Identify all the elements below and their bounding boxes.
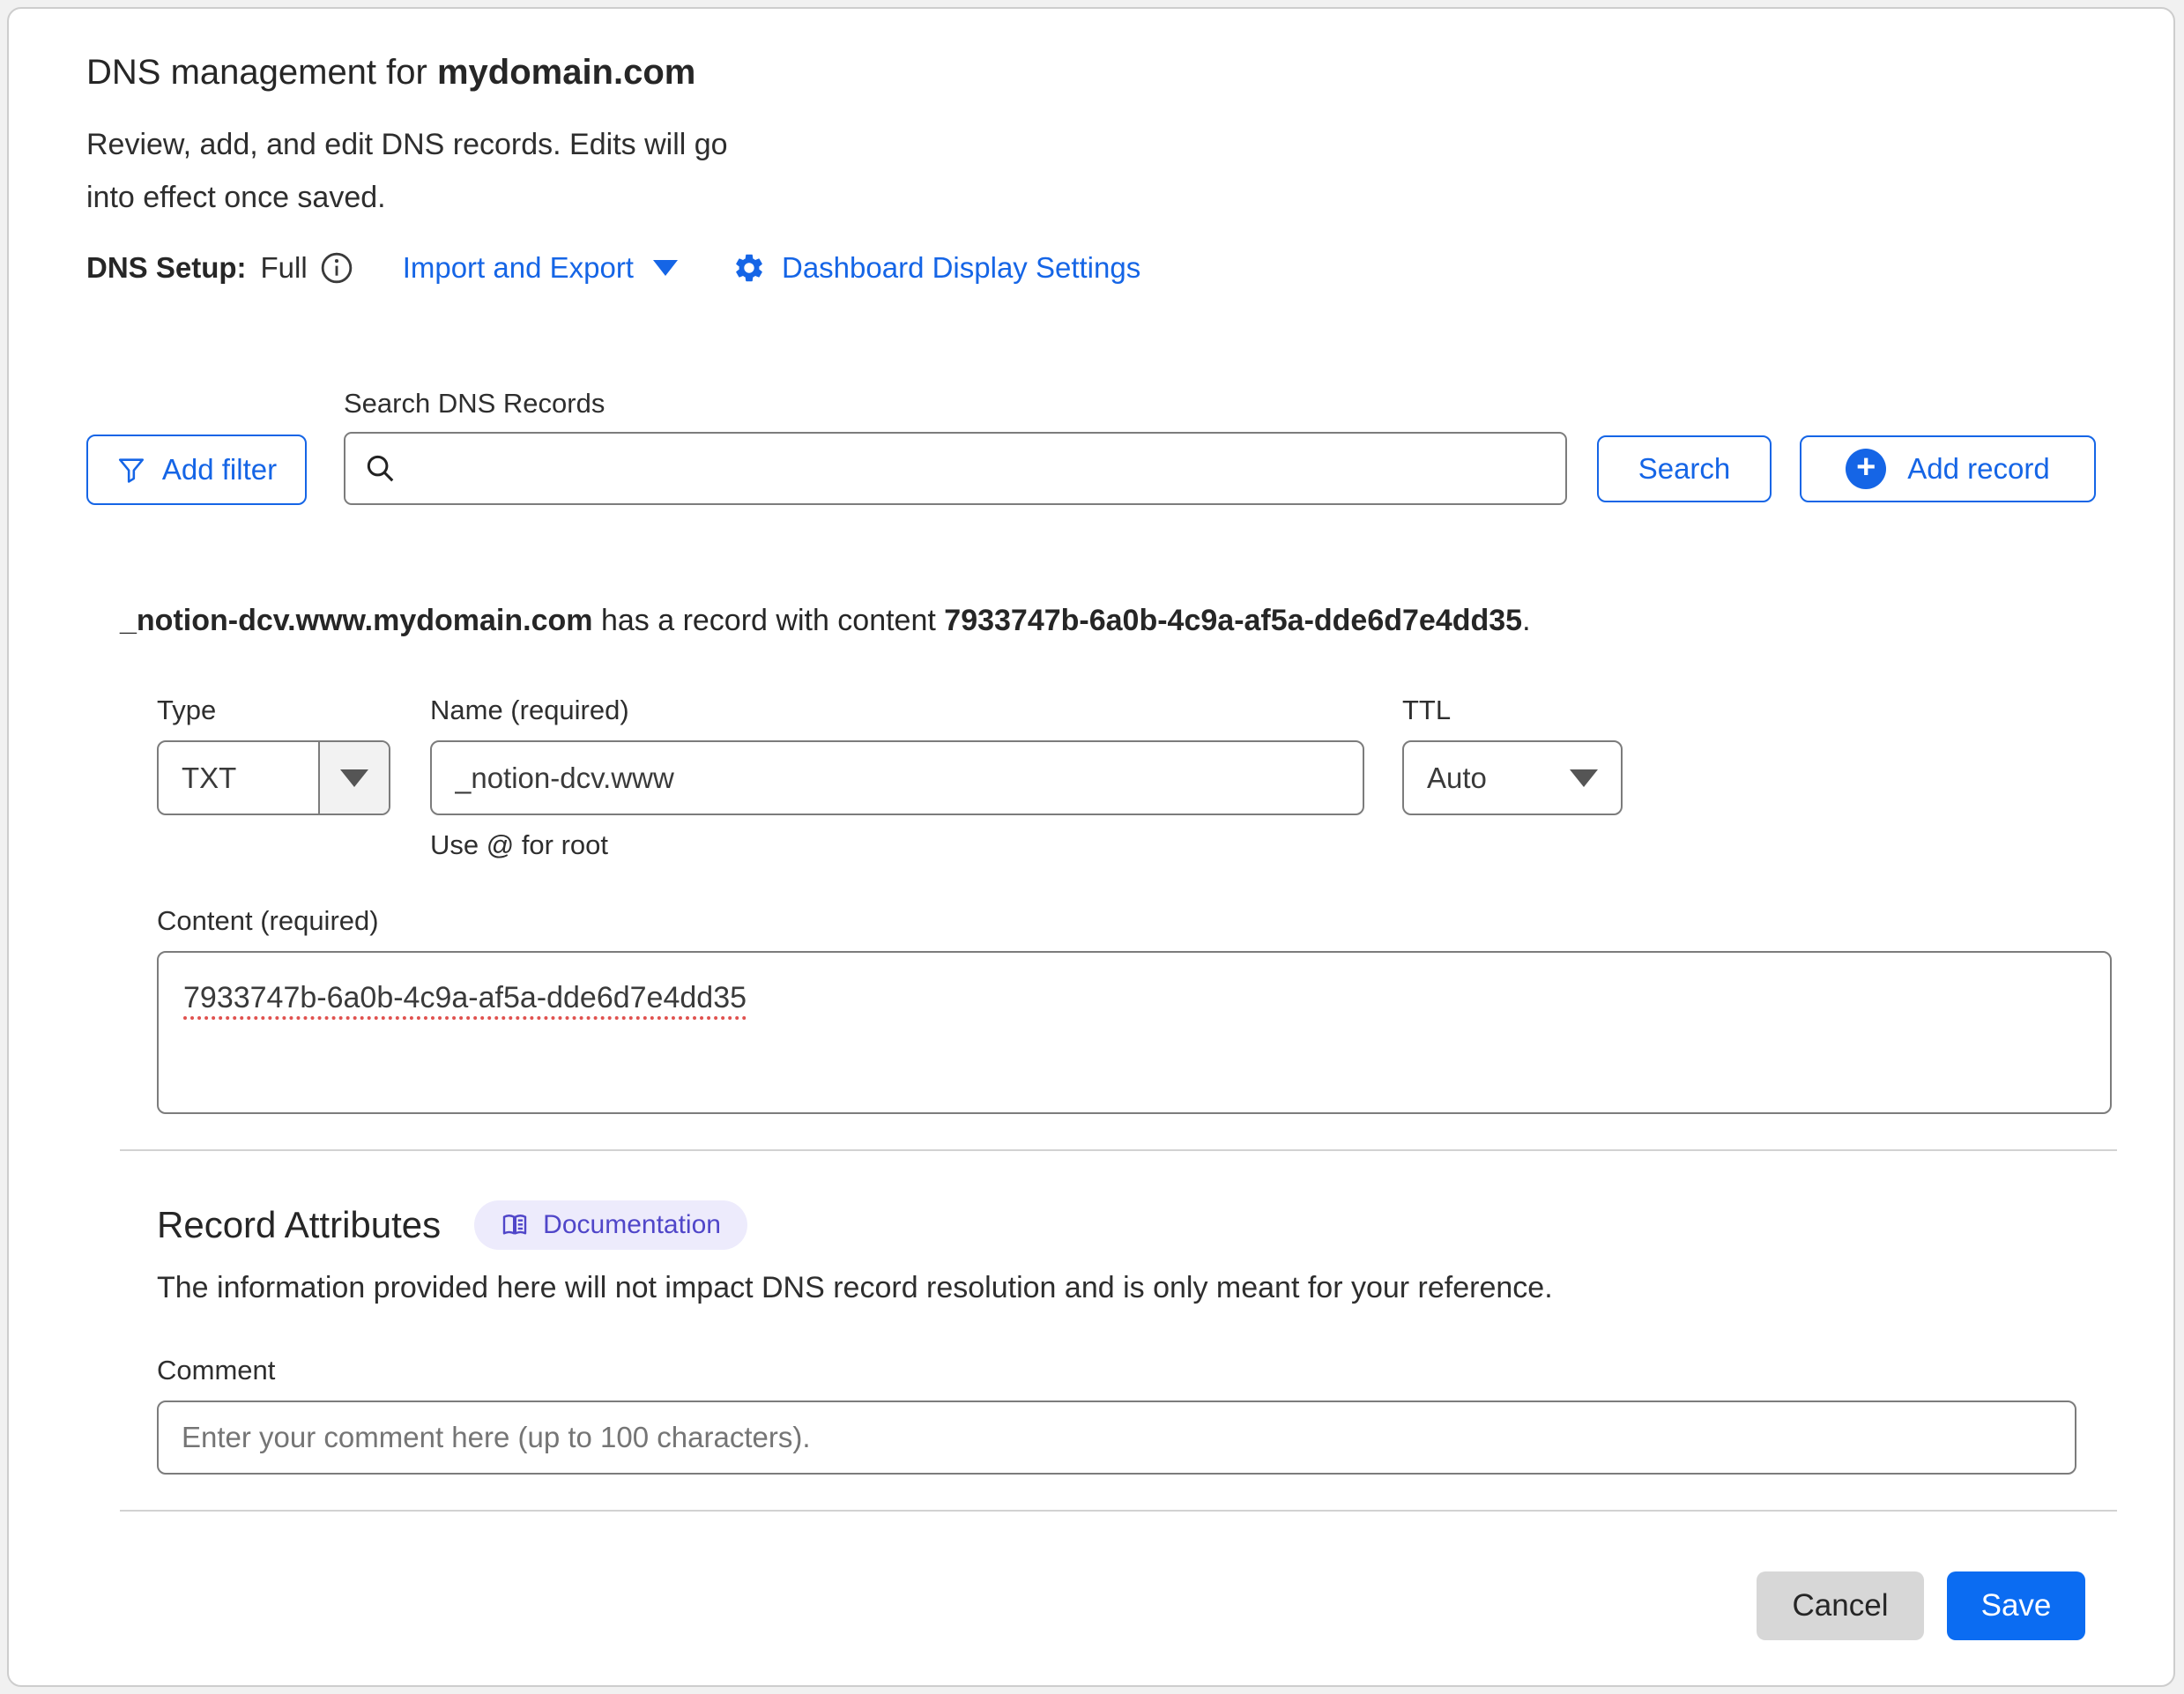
dns-setup-value: Full	[261, 251, 308, 285]
documentation-link[interactable]: Documentation	[474, 1200, 747, 1250]
content-value: 7933747b-6a0b-4c9a-af5a-dde6d7e4dd35	[183, 981, 747, 1014]
ttl-label: TTL	[1402, 695, 1623, 726]
save-button[interactable]: Save	[1947, 1571, 2085, 1640]
notice-period: .	[1522, 604, 1530, 637]
comment-input[interactable]	[157, 1401, 2076, 1475]
dashboard-display-settings-link[interactable]: Dashboard Display Settings	[732, 251, 1140, 285]
add-record-label: Add record	[1907, 452, 2049, 486]
search-button[interactable]: Search	[1597, 435, 1772, 502]
page-title-domain: mydomain.com	[437, 53, 695, 92]
search-field-group: Search DNS Records	[344, 388, 1567, 505]
record-attributes-section: Record Attributes Documentation The info…	[157, 1200, 2096, 1475]
search-input[interactable]	[344, 432, 1567, 505]
type-select-arrow-zone	[318, 742, 389, 814]
subtitle-line-1: Review, add, and edit DNS records. Edits…	[86, 118, 2096, 171]
record-attributes-heading: Record Attributes	[157, 1204, 441, 1246]
content-field-group: Content (required) 7933747b-6a0b-4c9a-af…	[157, 905, 2096, 1114]
notice-record-content: 7933747b-6a0b-4c9a-af5a-dde6d7e4dd35	[944, 604, 1522, 637]
cancel-button[interactable]: Cancel	[1757, 1571, 1924, 1640]
section-divider	[120, 1149, 2117, 1151]
import-export-link[interactable]: Import and Export	[403, 251, 678, 285]
filter-icon	[116, 455, 146, 485]
page-subtitle: Review, add, and edit DNS records. Edits…	[86, 118, 2096, 224]
record-attributes-description: The information provided here will not i…	[157, 1271, 2096, 1305]
info-icon[interactable]	[320, 251, 353, 285]
comment-label: Comment	[157, 1355, 2096, 1386]
search-button-label: Search	[1638, 452, 1731, 486]
content-label: Content (required)	[157, 905, 2096, 937]
name-input[interactable]	[430, 740, 1364, 815]
name-help-text: Use @ for root	[430, 829, 1364, 861]
type-select-value: TXT	[159, 762, 318, 795]
add-filter-label: Add filter	[162, 453, 277, 487]
comment-field-group: Comment	[157, 1355, 2096, 1475]
page-title: DNS management for mydomain.com	[86, 51, 2096, 93]
ttl-select[interactable]: Auto	[1402, 740, 1623, 815]
notice-record-name: _notion-dcv.www.mydomain.com	[120, 604, 593, 637]
page-title-prefix: DNS management for	[86, 53, 437, 92]
dns-setup-row: DNS Setup: Full Import and Export Dashbo…	[86, 247, 2096, 289]
import-export-label: Import and Export	[403, 251, 634, 285]
search-icon	[363, 451, 397, 485]
gear-icon	[732, 251, 766, 285]
add-record-button[interactable]: + Add record	[1800, 435, 2096, 502]
content-textarea[interactable]: 7933747b-6a0b-4c9a-af5a-dde6d7e4dd35	[157, 951, 2112, 1114]
footer-divider	[120, 1510, 2117, 1512]
search-box	[344, 432, 1567, 505]
type-select[interactable]: TXT	[157, 740, 390, 815]
subtitle-line-2: into effect once saved.	[86, 171, 2096, 224]
name-field-group: Name (required) Use @ for root	[430, 695, 1364, 861]
documentation-label: Documentation	[543, 1210, 721, 1240]
record-edit-form: Type TXT Name (required) Use @ for root …	[157, 695, 2096, 1114]
book-icon	[501, 1211, 529, 1239]
record-notice: _notion-dcv.www.mydomain.com has a recor…	[120, 604, 2096, 638]
ttl-field-group: TTL Auto	[1402, 695, 1623, 861]
name-label: Name (required)	[430, 695, 1364, 726]
add-filter-button[interactable]: Add filter	[86, 435, 307, 505]
plus-circle-icon: +	[1846, 449, 1886, 489]
triangle-down-icon	[1570, 769, 1598, 787]
type-field-group: Type TXT	[157, 695, 390, 861]
notice-middle-text: has a record with content	[593, 604, 945, 637]
dns-setup-label: DNS Setup:	[86, 251, 247, 285]
type-label: Type	[157, 695, 390, 726]
search-label: Search DNS Records	[344, 388, 1567, 420]
record-attributes-heading-row: Record Attributes Documentation	[157, 1200, 2096, 1250]
footer-actions: Cancel Save	[86, 1571, 2096, 1640]
dns-management-panel: DNS management for mydomain.com Review, …	[7, 7, 2175, 1687]
triangle-down-icon	[340, 769, 368, 787]
dashboard-display-settings-label: Dashboard Display Settings	[782, 251, 1140, 285]
dns-toolbar: Add filter Search DNS Records Search + A…	[86, 388, 2096, 505]
ttl-select-value: Auto	[1427, 762, 1487, 795]
chevron-down-icon	[653, 260, 678, 276]
type-name-ttl-row: Type TXT Name (required) Use @ for root …	[157, 695, 2096, 861]
